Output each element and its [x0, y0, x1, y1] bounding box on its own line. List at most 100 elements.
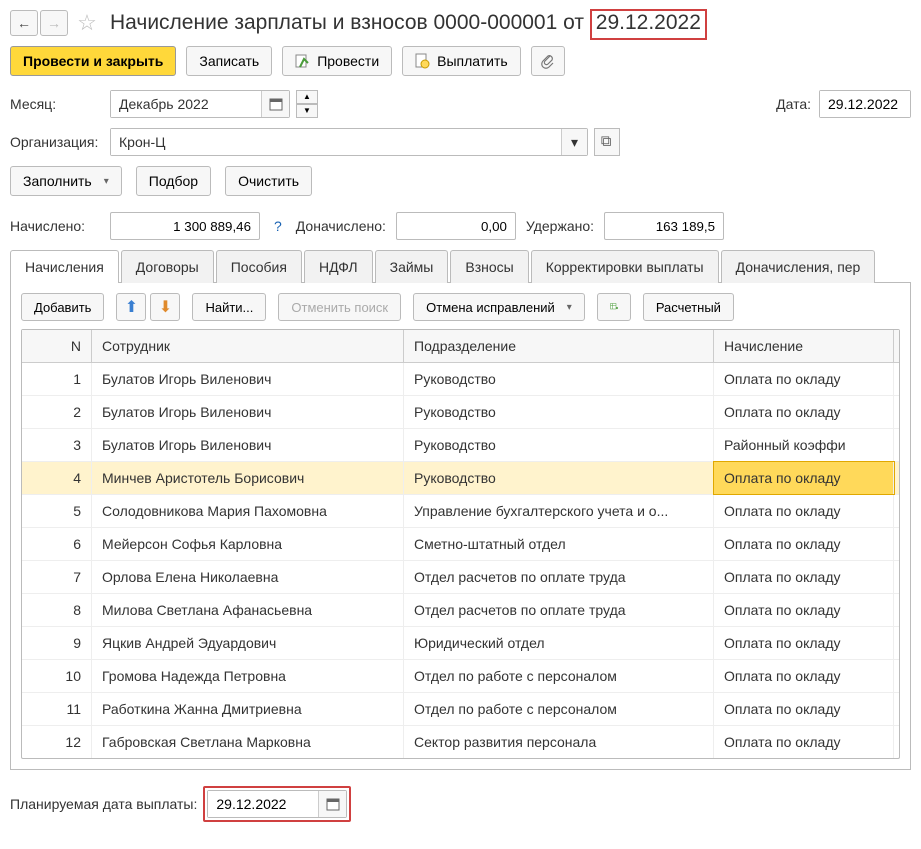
cell-emp[interactable]: Булатов Игорь Виленович	[92, 396, 404, 428]
cell-n[interactable]: 9	[22, 627, 92, 659]
accrued-help-icon[interactable]: ?	[270, 218, 286, 234]
write-button[interactable]: Записать	[186, 46, 272, 76]
tab-loans[interactable]: Займы	[375, 250, 449, 283]
cell-acc[interactable]: Оплата по окладу	[714, 693, 894, 725]
favorite-star-icon[interactable]: ☆	[74, 10, 100, 36]
cell-emp[interactable]: Яцкив Андрей Эдуардович	[92, 627, 404, 659]
date-field[interactable]	[819, 90, 911, 118]
tab-accruals[interactable]: Начисления	[10, 250, 119, 283]
pick-button[interactable]: Подбор	[136, 166, 211, 196]
col-employee[interactable]: Сотрудник	[92, 330, 404, 362]
nav-back-button[interactable]: ←	[10, 10, 38, 36]
cell-dep[interactable]: Руководство	[404, 396, 714, 428]
cell-emp[interactable]: Милова Светлана Афанасьевна	[92, 594, 404, 626]
cell-dep[interactable]: Юридический отдел	[404, 627, 714, 659]
table-settings-button[interactable]	[597, 293, 631, 321]
table-row[interactable]: 12Габровская Светлана МарковнаСектор раз…	[22, 726, 899, 758]
tab-ndfl[interactable]: НДФЛ	[304, 250, 373, 283]
cell-acc[interactable]: Оплата по окладу	[714, 528, 894, 560]
cell-dep[interactable]: Отдел по работе с персоналом	[404, 660, 714, 692]
cell-n[interactable]: 8	[22, 594, 92, 626]
post-button[interactable]: Провести	[282, 46, 392, 76]
cell-n[interactable]: 10	[22, 660, 92, 692]
payslip-button[interactable]: Расчетный	[643, 293, 734, 321]
col-accrual[interactable]: Начисление	[714, 330, 894, 362]
col-n[interactable]: N	[22, 330, 92, 362]
table-row[interactable]: 2Булатов Игорь ВиленовичРуководствоОплат…	[22, 396, 899, 429]
cell-dep[interactable]: Отдел по работе с персоналом	[404, 693, 714, 725]
planned-date-calendar-icon[interactable]	[318, 791, 346, 817]
add-row-button[interactable]: Добавить	[21, 293, 104, 321]
table-row[interactable]: 3Булатов Игорь ВиленовичРуководствоРайон…	[22, 429, 899, 462]
tab-corrections[interactable]: Корректировки выплаты	[531, 250, 719, 283]
attachment-button[interactable]	[531, 46, 565, 76]
cell-acc[interactable]: Районный коэффи	[714, 429, 894, 461]
cell-emp[interactable]: Работкина Жанна Дмитриевна	[92, 693, 404, 725]
cancel-find-button[interactable]: Отменить поиск	[278, 293, 401, 321]
cancel-corrections-button[interactable]: Отмена исправлений	[413, 293, 585, 321]
cell-n[interactable]: 11	[22, 693, 92, 725]
cell-dep[interactable]: Управление бухгалтерского учета и о...	[404, 495, 714, 527]
cell-emp[interactable]: Габровская Светлана Марковна	[92, 726, 404, 758]
table-row[interactable]: 1Булатов Игорь ВиленовичРуководствоОплат…	[22, 363, 899, 396]
cell-n[interactable]: 7	[22, 561, 92, 593]
org-open-button[interactable]	[594, 128, 620, 156]
cell-n[interactable]: 4	[22, 462, 92, 494]
cell-dep[interactable]: Сметно-штатный отдел	[404, 528, 714, 560]
cell-acc[interactable]: Оплата по окладу	[714, 462, 894, 494]
planned-date-field[interactable]	[207, 790, 347, 818]
find-button[interactable]: Найти...	[192, 293, 266, 321]
cell-dep[interactable]: Руководство	[404, 462, 714, 494]
cell-emp[interactable]: Громова Надежда Петровна	[92, 660, 404, 692]
nav-forward-button[interactable]: →	[40, 10, 68, 36]
cell-n[interactable]: 5	[22, 495, 92, 527]
cell-dep[interactable]: Руководство	[404, 363, 714, 395]
cell-emp[interactable]: Булатов Игорь Виленович	[92, 429, 404, 461]
clear-button[interactable]: Очистить	[225, 166, 312, 196]
cell-n[interactable]: 1	[22, 363, 92, 395]
table-row[interactable]: 4Минчев Аристотель БорисовичРуководствоО…	[22, 462, 899, 495]
org-field[interactable]: Крон-Ц ▾	[110, 128, 588, 156]
cell-emp[interactable]: Мейерсон Софья Карловна	[92, 528, 404, 560]
table-row[interactable]: 6Мейерсон Софья КарловнаСметно-штатный о…	[22, 528, 899, 561]
cell-n[interactable]: 6	[22, 528, 92, 560]
cell-acc[interactable]: Оплата по окладу	[714, 627, 894, 659]
tab-contributions[interactable]: Взносы	[450, 250, 528, 283]
cell-emp[interactable]: Булатов Игорь Виленович	[92, 363, 404, 395]
tab-additional[interactable]: Доначисления, пер	[721, 250, 876, 283]
cell-acc[interactable]: Оплата по окладу	[714, 594, 894, 626]
cell-emp[interactable]: Орлова Елена Николаевна	[92, 561, 404, 593]
cell-acc[interactable]: Оплата по окладу	[714, 363, 894, 395]
table-row[interactable]: 9Яцкив Андрей ЭдуардовичЮридический отде…	[22, 627, 899, 660]
cell-dep[interactable]: Отдел расчетов по оплате труда	[404, 594, 714, 626]
table-row[interactable]: 11Работкина Жанна ДмитриевнаОтдел по раб…	[22, 693, 899, 726]
move-down-button[interactable]: ⬇	[150, 293, 180, 321]
month-down-button[interactable]: ▼	[296, 104, 318, 118]
table-row[interactable]: 8Милова Светлана АфанасьевнаОтдел расчет…	[22, 594, 899, 627]
cell-dep[interactable]: Руководство	[404, 429, 714, 461]
accrued-value[interactable]	[110, 212, 260, 240]
tab-contracts[interactable]: Договоры	[121, 250, 214, 283]
cell-n[interactable]: 3	[22, 429, 92, 461]
fill-button[interactable]: Заполнить	[10, 166, 122, 196]
table-row[interactable]: 7Орлова Елена НиколаевнаОтдел расчетов п…	[22, 561, 899, 594]
post-and-close-button[interactable]: Провести и закрыть	[10, 46, 176, 76]
cell-acc[interactable]: Оплата по окладу	[714, 396, 894, 428]
table-row[interactable]: 5Солодовникова Мария ПахомовнаУправление…	[22, 495, 899, 528]
org-value[interactable]: Крон-Ц	[111, 129, 561, 155]
additional-value[interactable]	[396, 212, 516, 240]
tab-benefits[interactable]: Пособия	[216, 250, 302, 283]
cell-acc[interactable]: Оплата по окладу	[714, 726, 894, 758]
planned-date-input[interactable]	[208, 791, 318, 817]
date-input[interactable]	[820, 91, 910, 117]
cell-acc[interactable]: Оплата по окладу	[714, 660, 894, 692]
month-value[interactable]: Декабрь 2022	[111, 91, 261, 117]
col-department[interactable]: Подразделение	[404, 330, 714, 362]
cell-acc[interactable]: Оплата по окладу	[714, 495, 894, 527]
month-field[interactable]: Декабрь 2022	[110, 90, 290, 118]
withheld-value[interactable]	[604, 212, 724, 240]
org-dropdown-icon[interactable]: ▾	[561, 129, 587, 155]
cell-acc[interactable]: Оплата по окладу	[714, 561, 894, 593]
cell-emp[interactable]: Солодовникова Мария Пахомовна	[92, 495, 404, 527]
pay-button[interactable]: Выплатить	[402, 46, 521, 76]
